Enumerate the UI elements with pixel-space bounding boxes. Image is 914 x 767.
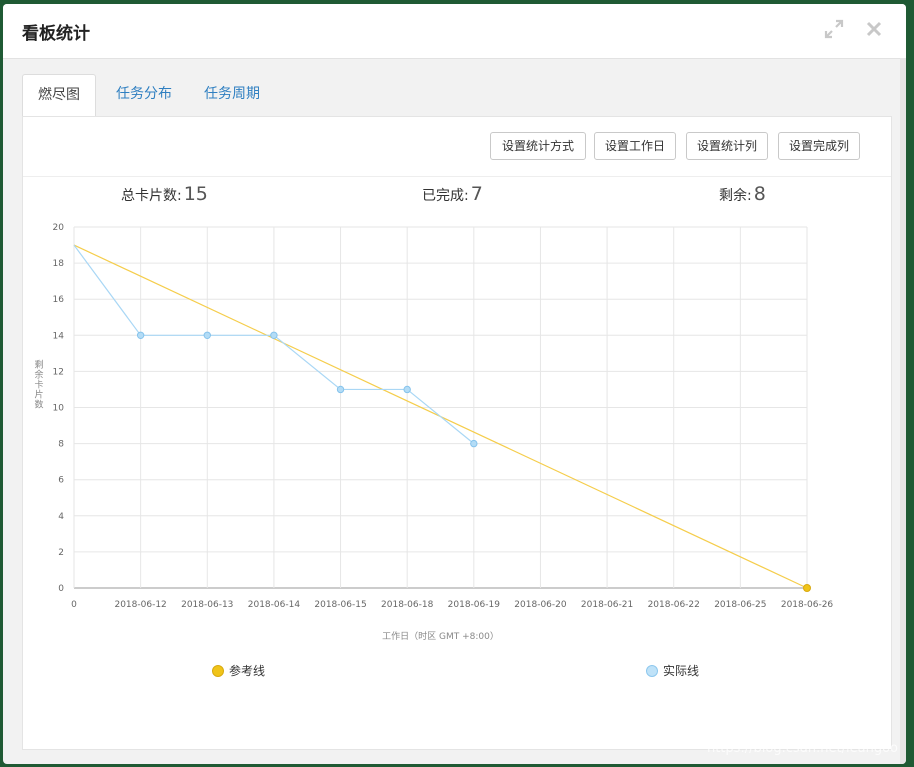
legend-label: 实际线 [663,664,700,678]
y-tick-label: 2 [58,548,64,558]
dialog-header: 看板统计 [3,4,906,59]
actual-point [336,385,345,394]
watermark-text: https://blog.csdn.net/leangoo [706,741,898,756]
y-tick-label: 0 [58,584,64,594]
expand-icon[interactable] [823,18,845,40]
legend-swatch [646,665,658,677]
y-axis-label-char: 数 [34,399,43,411]
x-tick-label: 2018-06-22 [648,600,700,610]
kanban-stats-dialog: 看板统计 燃尽图 任务分布 任务周期 设置统计方式 设置工作日 设置统计列 设置… [3,4,906,764]
x-tick-label: 2018-06-25 [714,600,766,610]
actual-point [136,331,145,340]
legend-label: 参考线 [229,664,266,678]
x-axis-label: 工作日（时区 GMT +8:00） [382,630,499,642]
actual-point [470,439,478,448]
tab-task-cycle[interactable]: 任务周期 [194,74,270,115]
reference-point [803,584,811,592]
actual-point [270,331,278,340]
x-tick-label: 2018-06-13 [181,600,233,610]
x-tick-label: 2018-06-14 [248,600,301,610]
actual-point [403,385,411,394]
y-axis-label: 剩余卡片数 [34,359,43,411]
legend-swatch [212,665,224,677]
tab-task-distribution[interactable]: 任务分布 [102,74,186,115]
scrollbar[interactable] [900,58,906,764]
y-tick-label: 10 [53,404,65,414]
x-tick-label: 0 [71,600,77,610]
y-tick-label: 14 [53,331,65,341]
x-tick-label: 2018-06-18 [381,600,434,610]
x-tick-label: 2018-06-19 [448,600,501,610]
y-tick-label: 18 [53,259,65,269]
y-tick-label: 6 [58,476,64,486]
y-tick-label: 8 [58,440,64,450]
y-tick-label: 16 [53,295,65,305]
y-tick-label: 4 [58,512,64,522]
y-axis-label-char: 剩 [34,359,43,371]
x-tick-label: 2018-06-15 [314,600,366,610]
y-tick-label: 20 [53,223,65,233]
burndown-panel: 设置统计方式 设置工作日 设置统计列 设置完成列 总卡片数: 15 已完成: 7 剩… [22,116,892,750]
y-axis-label-char: 片 [34,389,43,401]
close-icon[interactable] [863,18,885,40]
x-tick-label: 2018-06-20 [514,600,567,610]
x-tick-label: 2018-06-21 [581,600,633,610]
legend-actual-line[interactable]: 实际线 [646,662,699,679]
dialog-title: 看板统计 [22,24,90,44]
y-axis-label-char: 卡 [34,379,43,391]
burndown-chart: 0 2 4 6 8 10 12 14 16 18 20 0 2018-06-12 2018-06-13 20… [34,223,834,642]
x-tick-label: 2018-06-12 [114,600,166,610]
legend-reference-line[interactable]: 参考线 [212,662,265,679]
x-tick-label: 2018-06-26 [781,600,834,610]
actual-point [203,331,211,340]
y-tick-label: 12 [53,367,64,377]
tab-burndown[interactable]: 燃尽图 [22,74,96,117]
y-axis-label-char: 余 [34,369,43,381]
